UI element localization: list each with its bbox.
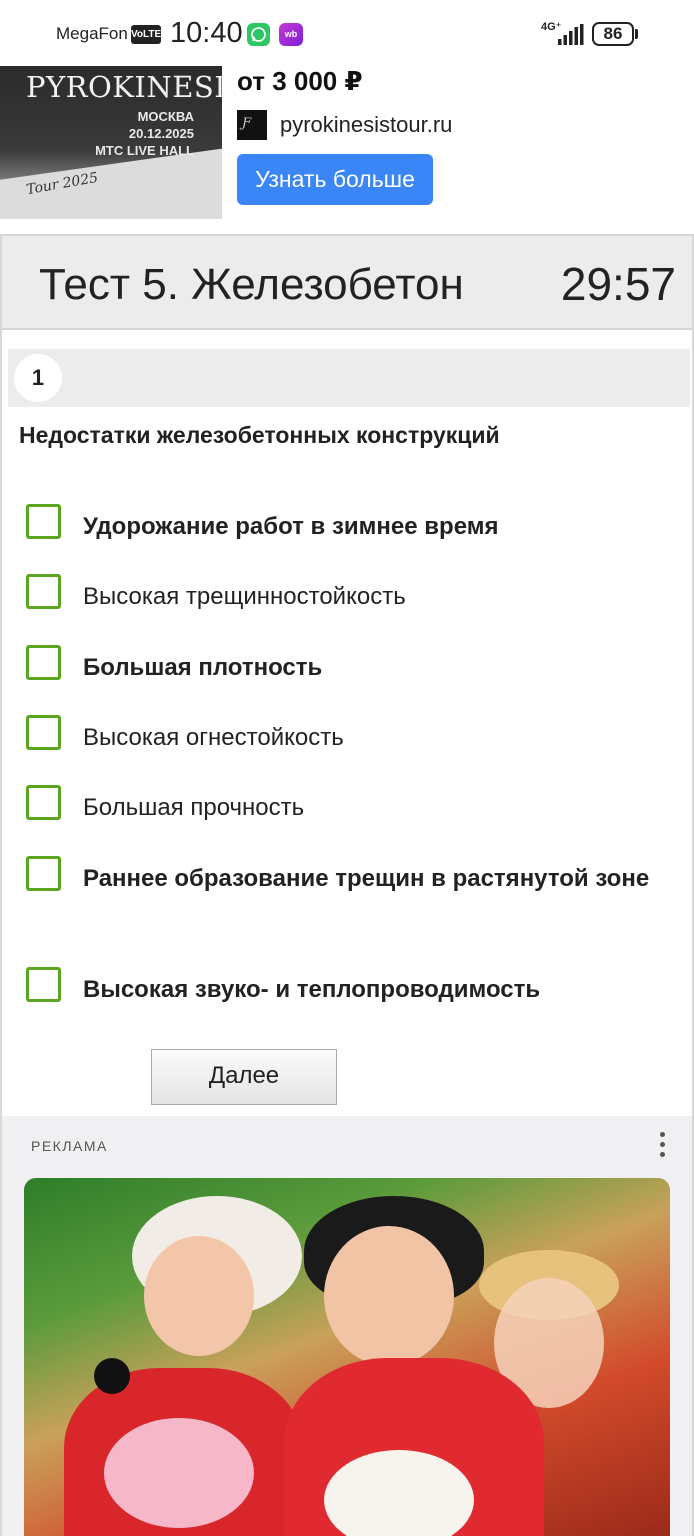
checkbox[interactable]: [26, 574, 61, 609]
answer-label: Высокая огнестойкость: [83, 724, 344, 751]
photo-ukulele: [104, 1418, 254, 1528]
answer-label: Высокая звуко- и теплопроводимость: [83, 976, 541, 1003]
checkbox[interactable]: [26, 967, 61, 1002]
question-number-badge: 1: [14, 354, 62, 402]
ad-price: от 3 000 ₽: [237, 66, 363, 96]
battery-tip: [635, 29, 638, 39]
next-button[interactable]: Далее: [151, 1049, 337, 1105]
checkbox[interactable]: [26, 504, 61, 539]
bottom-ad[interactable]: РЕКЛАМА: [2, 1116, 692, 1536]
battery-icon: 86: [592, 22, 634, 46]
poster-date: 20.12.2025: [128, 126, 194, 141]
countdown-timer: 29:57: [560, 258, 676, 310]
ad-photo-children-ukuleles[interactable]: [24, 1178, 670, 1536]
advertiser-logo: Ƒ: [237, 110, 267, 140]
poster-title: PYROKINESIS: [26, 70, 222, 104]
answer-label: Удорожание работ в зимнее время: [83, 513, 499, 540]
clock: 10:40: [170, 17, 243, 49]
answer-label: Большая прочность: [83, 794, 305, 821]
status-bar: MegaFon VoLTE 10:40 wb 4G⁺ 86: [0, 0, 694, 66]
photo-child-face: [144, 1236, 254, 1356]
test-title: Тест 5. Железобетон: [39, 260, 464, 309]
ad-domain-link[interactable]: pyrokinesistour.ru: [280, 112, 452, 138]
ad-label: РЕКЛАМА: [31, 1138, 108, 1154]
poster-city: МОСКВА: [137, 109, 194, 124]
checkbox[interactable]: [26, 645, 61, 680]
question-number-bar: 1: [8, 349, 690, 407]
checkbox[interactable]: [26, 856, 61, 891]
top-ad-banner[interactable]: PYROKINESIS МОСКВА 20.12.2025 MTC LIVE H…: [0, 66, 694, 291]
learn-more-button[interactable]: Узнать больше: [237, 154, 433, 205]
carrier-name: MegaFon: [56, 24, 128, 43]
test-header: Тест 5. Железобетон 29:57: [2, 234, 692, 330]
answer-label: Раннее образование трещин в растянутой з…: [83, 865, 650, 892]
wildberries-icon: wb: [279, 23, 303, 46]
signal-icon: [558, 24, 584, 51]
more-vertical-icon[interactable]: [656, 1132, 668, 1162]
photo-child-face: [324, 1226, 454, 1366]
checkbox[interactable]: [26, 785, 61, 820]
whatsapp-icon: [247, 23, 270, 46]
answer-label: Высокая трещинностойкость: [83, 583, 406, 610]
volte-icon: VoLTE: [131, 25, 161, 44]
photo-microphone: [94, 1358, 130, 1394]
checkbox[interactable]: [26, 715, 61, 750]
answer-label: Большая плотность: [83, 654, 323, 681]
concert-poster-image[interactable]: PYROKINESIS МОСКВА 20.12.2025 MTC LIVE H…: [0, 66, 222, 219]
poster-venue: MTC LIVE HALL: [95, 143, 194, 158]
question-text: Недостатки железобетонных конструкций: [19, 422, 500, 448]
